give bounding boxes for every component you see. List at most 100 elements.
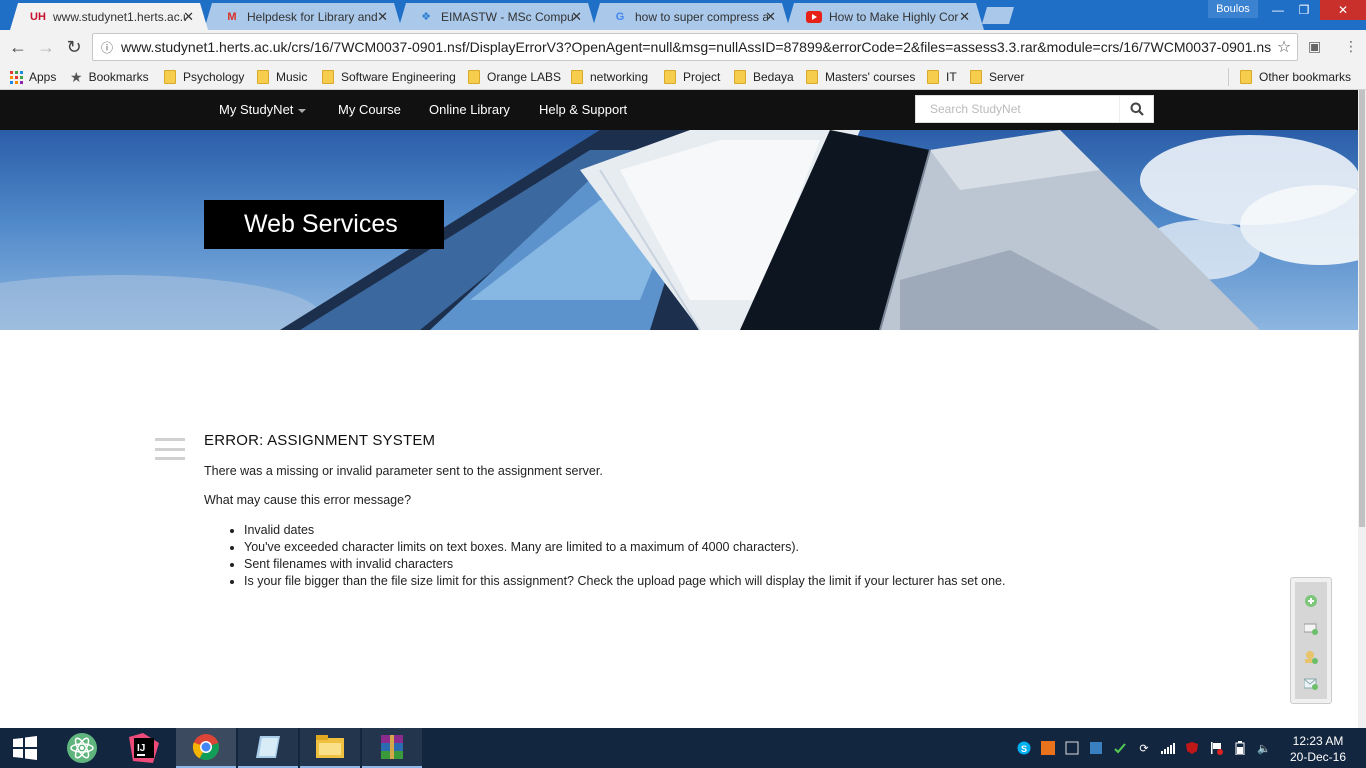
bookmark-other[interactable]: Other bookmarks <box>1240 68 1351 86</box>
add-icon[interactable] <box>1303 594 1319 608</box>
skype-icon[interactable]: S <box>1016 740 1032 756</box>
close-tab-icon[interactable]: ✕ <box>765 9 776 25</box>
bookmark-label: Project <box>683 70 721 84</box>
folder-icon <box>322 70 334 84</box>
close-tab-icon[interactable]: ✕ <box>183 9 194 25</box>
search-icon[interactable] <box>1119 96 1153 122</box>
floating-toolbar <box>1290 577 1332 704</box>
notepad-icon[interactable] <box>238 728 298 768</box>
nav-online-library[interactable]: Online Library <box>429 102 510 117</box>
forward-icon[interactable]: → <box>36 37 56 57</box>
bookmark-label: IT <box>946 70 957 84</box>
tab-google-search[interactable]: G how to super compress a ✕ <box>592 3 790 30</box>
folder-icon <box>734 70 746 84</box>
network-share-icon[interactable] <box>1088 740 1104 756</box>
sync-icon[interactable]: ⟳ <box>1136 740 1152 756</box>
bookmark-folder[interactable]: Psychology <box>164 68 244 86</box>
bookmark-label: Other bookmarks <box>1259 70 1352 84</box>
search-input[interactable] <box>916 96 1119 122</box>
office-icon[interactable] <box>1040 740 1056 756</box>
address-bar[interactable]: ⓘ www.studynet1.herts.ac.uk/crs/16/7WCM0… <box>92 33 1298 61</box>
restore-icon[interactable]: ❐ <box>1290 0 1318 20</box>
site-search <box>915 95 1154 123</box>
clock-date: 20-Dec-16 <box>1289 750 1347 764</box>
battery-icon[interactable] <box>1232 740 1248 756</box>
list-item: Invalid dates <box>244 522 1164 539</box>
bookmark-label: Masters' courses <box>825 70 916 84</box>
profile-button[interactable]: Boulos <box>1208 0 1258 18</box>
bookmark-folder[interactable]: Masters' courses <box>806 68 915 86</box>
nav-my-course[interactable]: My Course <box>338 102 401 117</box>
page-scrollbar[interactable] <box>1358 90 1366 728</box>
folder-icon <box>927 70 939 84</box>
tab-eimastw[interactable]: ❖ EIMASTW - MSc Comput ✕ <box>398 3 596 30</box>
close-tab-icon[interactable]: ✕ <box>571 9 582 25</box>
bookmark-folder[interactable]: Server <box>970 68 1024 86</box>
tray-app-icon[interactable] <box>1064 740 1080 756</box>
url-text[interactable]: www.studynet1.herts.ac.uk/crs/16/7WCM003… <box>121 39 1271 55</box>
nav-help-support[interactable]: Help & Support <box>539 102 627 117</box>
add-comment-icon[interactable] <box>1303 622 1319 636</box>
bookmark-apps[interactable]: Apps <box>10 68 56 86</box>
hamburger-menu-icon[interactable] <box>155 438 185 460</box>
close-tab-icon[interactable]: ✕ <box>377 9 388 25</box>
close-window-icon[interactable]: ✕ <box>1320 0 1366 20</box>
bookmark-folder[interactable]: Software Engineering <box>322 68 456 86</box>
signal-strength-icon[interactable] <box>1160 740 1176 756</box>
svg-text:S: S <box>1021 744 1027 754</box>
folder-icon <box>164 70 176 84</box>
volume-icon[interactable]: 🔈 <box>1256 740 1272 756</box>
minimize-icon[interactable]: — <box>1264 0 1292 20</box>
bookmarks-bar: Apps ★ Bookmarks Psychology Music Softwa… <box>0 64 1366 90</box>
new-tab-button[interactable] <box>982 7 1014 24</box>
chevron-down-icon <box>298 108 307 113</box>
browser-tab-strip: UH www.studynet1.herts.ac.u ✕ M Helpdesk… <box>0 0 1366 30</box>
add-user-icon[interactable] <box>1303 650 1319 664</box>
bookmark-folder[interactable]: Bedaya <box>734 68 794 86</box>
windows-taskbar: IJ S ⟳ 🔈 12:23 AM 20-Dec-16 <box>0 728 1366 768</box>
page-icon: ❖ <box>421 11 431 23</box>
bookmark-folder[interactable]: Music <box>257 68 307 86</box>
bookmark-bookmarks[interactable]: ★ Bookmarks <box>70 68 149 86</box>
folder-icon <box>806 70 818 84</box>
mcafee-shield-icon[interactable] <box>1184 740 1200 756</box>
windows-start-icon[interactable] <box>0 728 50 768</box>
tab-title: How to Make Highly Cor <box>829 9 959 24</box>
browser-toolbar: ← → ↻ ⓘ www.studynet1.herts.ac.uk/crs/16… <box>0 30 1366 64</box>
system-clock[interactable]: 12:23 AM 20-Dec-16 <box>1283 733 1353 765</box>
bookmark-label: Software Engineering <box>341 70 456 84</box>
close-tab-icon[interactable]: ✕ <box>959 9 970 25</box>
bookmark-folder[interactable]: Project <box>664 68 720 86</box>
bookmark-label: Music <box>276 70 308 84</box>
atom-icon[interactable] <box>52 728 112 768</box>
uh-logo-icon: UH <box>30 10 46 23</box>
nav-my-studynet[interactable]: My StudyNet <box>219 102 307 117</box>
winrar-icon[interactable] <box>362 728 422 768</box>
bookmark-folder[interactable]: Orange LABS <box>468 68 561 86</box>
add-mail-icon[interactable] <box>1303 677 1319 691</box>
bookmark-folder[interactable]: networking <box>571 68 648 86</box>
bookmark-star-icon[interactable]: ☆ <box>1271 37 1297 57</box>
list-item: Is your file bigger than the file size l… <box>244 573 1164 590</box>
error-message: There was a missing or invalid parameter… <box>204 464 603 478</box>
tab-youtube[interactable]: How to Make Highly Cor ✕ <box>786 3 984 30</box>
youtube-icon <box>806 10 822 24</box>
intellij-icon[interactable]: IJ <box>114 728 174 768</box>
tab-title: how to super compress a <box>635 9 768 24</box>
file-explorer-icon[interactable] <box>300 728 360 768</box>
back-icon[interactable]: ← <box>8 37 28 57</box>
menu-icon[interactable]: ⋮ <box>1344 38 1358 55</box>
bookmark-label: Orange LABS <box>487 70 562 84</box>
security-check-icon[interactable] <box>1112 740 1128 756</box>
reload-icon[interactable]: ↻ <box>64 37 84 57</box>
tab-helpdesk[interactable]: M Helpdesk for Library and ✕ <box>204 3 402 30</box>
folder-icon <box>468 70 480 84</box>
tab-studynet[interactable]: UH www.studynet1.herts.ac.u ✕ <box>10 3 208 30</box>
bookmarks-divider <box>1228 68 1229 86</box>
extension-icon[interactable]: ▣ <box>1308 38 1321 55</box>
scrollbar-thumb[interactable] <box>1359 90 1365 527</box>
info-icon[interactable]: ⓘ <box>93 39 121 56</box>
bookmark-folder[interactable]: IT <box>927 68 957 86</box>
flag-alert-icon[interactable] <box>1208 740 1224 756</box>
chrome-icon[interactable] <box>176 728 236 768</box>
